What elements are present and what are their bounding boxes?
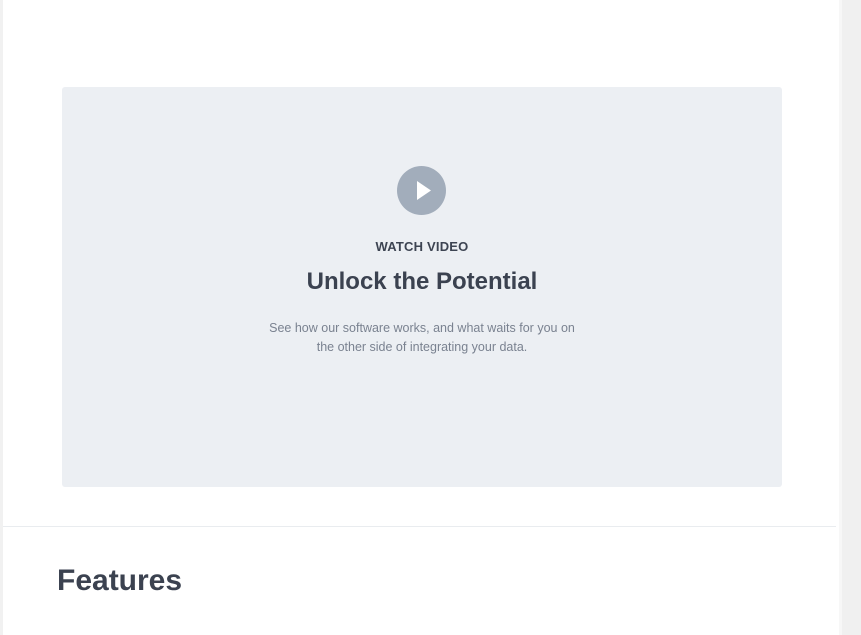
watch-video-label: WATCH VIDEO: [375, 239, 469, 254]
page: WATCH VIDEO Unlock the Potential See how…: [0, 0, 861, 635]
main-content: WATCH VIDEO Unlock the Potential See how…: [3, 0, 839, 635]
play-video-button[interactable]: [397, 166, 446, 215]
scrollbar-track[interactable]: [842, 0, 861, 635]
video-description: See how our software works, and what wai…: [269, 321, 575, 354]
section-divider: [3, 526, 836, 527]
video-card[interactable]: WATCH VIDEO Unlock the Potential See how…: [62, 87, 782, 487]
video-headline: Unlock the Potential: [306, 268, 538, 295]
features-heading: Features: [57, 564, 183, 597]
